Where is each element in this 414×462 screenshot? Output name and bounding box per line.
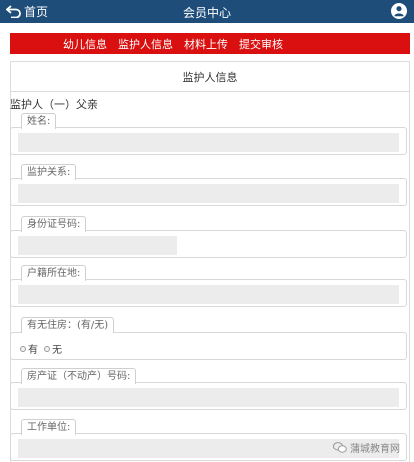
id-number-label: 身份证号码: (21, 216, 87, 232)
has-property-fieldset (10, 332, 407, 360)
guardian-section-label: 监护人（一）父亲 (10, 98, 98, 111)
relation-input[interactable] (18, 184, 399, 203)
radio-circle-icon (44, 345, 50, 352)
household-input[interactable] (18, 285, 399, 304)
id-number-input[interactable] (18, 236, 177, 255)
tab-material-upload[interactable]: 材料上传 (184, 36, 228, 52)
name-label: 姓名: (21, 113, 57, 129)
watermark: 蒲城教育网 (333, 440, 400, 455)
wechat-icon (333, 442, 347, 453)
property-cert-label: 房产证（不动产）号码: (21, 368, 137, 384)
top-nav-bar: 首页 会员中心 (0, 0, 414, 23)
property-cert-input[interactable] (18, 388, 399, 407)
has-property-yes-radio[interactable]: 有 (20, 341, 38, 356)
tab-child-info[interactable]: 幼儿信息 (63, 36, 107, 52)
tab-submit-review[interactable]: 提交审核 (239, 36, 283, 52)
watermark-text: 蒲城教育网 (350, 444, 400, 455)
panel-title: 监护人信息 (11, 64, 409, 92)
radio-circle-icon (20, 345, 26, 352)
step-tab-bar: 幼儿信息 监护人信息 材料上传 提交审核 (10, 33, 410, 54)
relation-label: 监护关系: (21, 164, 77, 180)
has-property-label: 有无住房：(有/无) (21, 317, 115, 333)
has-property-no-radio[interactable]: 无 (44, 341, 62, 356)
employer-label: 工作单位: (21, 419, 77, 435)
user-icon[interactable] (391, 3, 407, 19)
tab-guardian-info[interactable]: 监护人信息 (118, 36, 173, 52)
radio-yes-label: 有 (28, 345, 38, 356)
has-property-radio-group: 有 无 (20, 341, 68, 356)
household-label: 户籍所在地: (21, 265, 87, 281)
radio-no-label: 无 (52, 345, 62, 356)
page-title: 会员中心 (182, 6, 231, 20)
name-input[interactable] (18, 133, 399, 152)
